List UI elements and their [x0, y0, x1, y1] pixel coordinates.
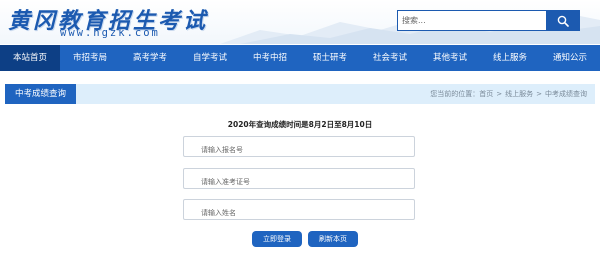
panel-title: 中考成绩查询 — [5, 84, 76, 104]
search-button[interactable] — [546, 11, 579, 30]
nav-item-graduate-exam[interactable]: 硕士研考 — [300, 45, 360, 71]
registration-number-input[interactable] — [184, 140, 414, 160]
site-header: 黄冈教育招生考试 www.hgzk.com — [0, 0, 600, 44]
breadcrumb: 您当前的位置：首页 > 线上服务 > 中考成绩查询 — [430, 84, 587, 104]
registration-number-field — [183, 136, 415, 160]
nav-item-self-study-exam[interactable]: 自学考试 — [180, 45, 240, 71]
admission-ticket-field — [183, 168, 415, 192]
nav-item-gaokao[interactable]: 高考学考 — [120, 45, 180, 71]
admission-ticket-input[interactable] — [184, 172, 414, 192]
breadcrumb-separator: > — [496, 90, 503, 98]
refresh-button[interactable]: 刷新本页 — [308, 231, 358, 247]
login-button[interactable]: 立即登录 — [252, 231, 302, 247]
nav-item-other-exam[interactable]: 其他考试 — [420, 45, 480, 71]
nav-item-social-exam[interactable]: 社会考试 — [360, 45, 420, 71]
breadcrumb-current[interactable]: 中考成绩查询 — [545, 90, 587, 98]
nav-item-home[interactable]: 本站首页 — [0, 45, 60, 71]
breadcrumb-online-service[interactable]: 线上服务 — [505, 90, 533, 98]
nav-item-online-service[interactable]: 线上服务 — [480, 45, 540, 71]
nav-item-city-exam-bureau[interactable]: 市招考局 — [60, 45, 120, 71]
search-icon — [557, 15, 569, 27]
main-nav: 本站首页 市招考局 高考学考 自学考试 中考中招 硕士研考 社会考试 其他考试 … — [0, 45, 600, 71]
breadcrumb-separator: > — [536, 90, 542, 98]
search-box — [397, 10, 580, 31]
name-field — [183, 199, 415, 223]
query-time-notice: 2020年查询成绩时间是8月2日至8月10日 — [227, 120, 373, 129]
name-input[interactable] — [184, 203, 414, 223]
nav-item-notices[interactable]: 通知公示 — [540, 45, 600, 71]
breadcrumb-home[interactable]: 首页 — [479, 90, 493, 98]
site-url: www.hgzk.com — [60, 27, 160, 39]
panel-header: 中考成绩查询 您当前的位置：首页 > 线上服务 > 中考成绩查询 — [5, 84, 595, 104]
search-input[interactable] — [398, 11, 546, 30]
breadcrumb-prefix: 您当前的位置： — [430, 90, 480, 98]
nav-item-zhongkao[interactable]: 中考中招 — [240, 45, 300, 71]
